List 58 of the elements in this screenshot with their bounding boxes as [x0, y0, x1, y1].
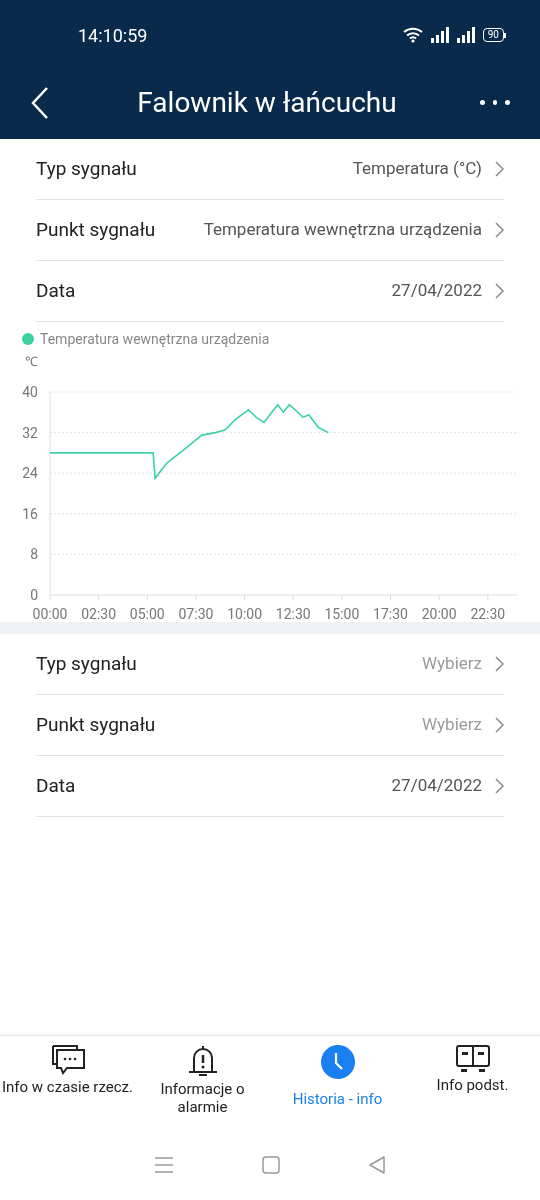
device-icon	[454, 1044, 491, 1074]
row-label: Data	[36, 277, 76, 304]
x-tick-label: 12:30	[275, 606, 311, 622]
signal-icon	[456, 27, 477, 43]
legend-label: Temperatura wewnętrzna urządzenia	[40, 329, 270, 349]
x-tick-label: 05:00	[129, 606, 165, 622]
nav-tab[interactable]: Info podst.	[405, 1036, 540, 1130]
row-value: Temperatura wewnętrzna urządzenia	[203, 218, 482, 242]
y-tick-label: 16	[22, 505, 38, 522]
row-placeholder: Wybierz	[422, 652, 482, 676]
clock-icon	[319, 1044, 356, 1080]
row-placeholder: Wybierz	[422, 713, 482, 737]
chevron-right-icon	[494, 160, 504, 178]
x-tick-label: 15:00	[324, 606, 360, 622]
home-icon[interactable]	[262, 1156, 280, 1174]
x-tick-label: 22:30	[470, 606, 506, 622]
settings-row[interactable]: Typ sygnału Temperatura (°C)	[36, 139, 504, 200]
x-tick-label: 00:00	[32, 606, 68, 622]
back-icon[interactable]	[368, 1156, 386, 1174]
nav-tab[interactable]: Historia - info	[270, 1036, 405, 1130]
y-tick-label: 0	[30, 587, 38, 603]
settings-row[interactable]: Punkt sygnału Wybierz	[36, 695, 504, 756]
row-label: Data	[36, 772, 76, 799]
menu-icon[interactable]	[154, 1156, 174, 1174]
settings-row[interactable]: Punkt sygnału Temperatura wewnętrzna urządzenia	[36, 200, 504, 261]
chevron-right-icon	[494, 655, 504, 673]
nav-tab[interactable]: Info w czasie rzecz.	[0, 1036, 135, 1130]
x-tick-label: 10:00	[227, 606, 262, 622]
chevron-right-icon	[494, 716, 504, 734]
row-label: Typ sygnału	[36, 650, 137, 677]
status-time: 14:10:59	[78, 23, 148, 48]
chevron-right-icon	[494, 282, 504, 300]
settings-row[interactable]: Data 27/04/2022	[36, 261, 504, 322]
settings-row[interactable]: Typ sygnału Wybierz	[36, 634, 504, 695]
row-value: 27/04/2022	[391, 774, 482, 798]
more-button[interactable]	[480, 100, 510, 105]
signal-icon	[430, 27, 451, 43]
y-tick-label: 24	[22, 465, 38, 482]
page-title: Falownik w łańcuchu	[137, 84, 397, 121]
x-tick-label: 17:30	[373, 606, 408, 622]
chevron-right-icon	[494, 221, 504, 239]
row-value: 27/04/2022	[391, 279, 482, 303]
y-tick-label: 40	[22, 384, 38, 400]
chat-bubbles-icon	[49, 1044, 86, 1076]
x-tick-label: 02:30	[81, 606, 117, 622]
y-tick-label: 8	[30, 546, 38, 563]
row-value: Temperatura (°C)	[352, 157, 482, 181]
wifi-icon	[402, 27, 425, 43]
row-label: Typ sygnału	[36, 155, 137, 182]
chevron-right-icon	[494, 777, 504, 795]
x-tick-label: 20:00	[421, 606, 457, 622]
nav-tab[interactable]: Informacje o alarmie	[135, 1036, 270, 1130]
unit-label: ℃	[25, 354, 38, 369]
row-label: Punkt sygnału	[36, 711, 156, 738]
row-label: Punkt sygnału	[36, 216, 156, 243]
y-tick-label: 32	[22, 424, 38, 441]
settings-row[interactable]: Data 27/04/2022	[36, 756, 504, 817]
x-tick-label: 07:30	[178, 606, 214, 622]
